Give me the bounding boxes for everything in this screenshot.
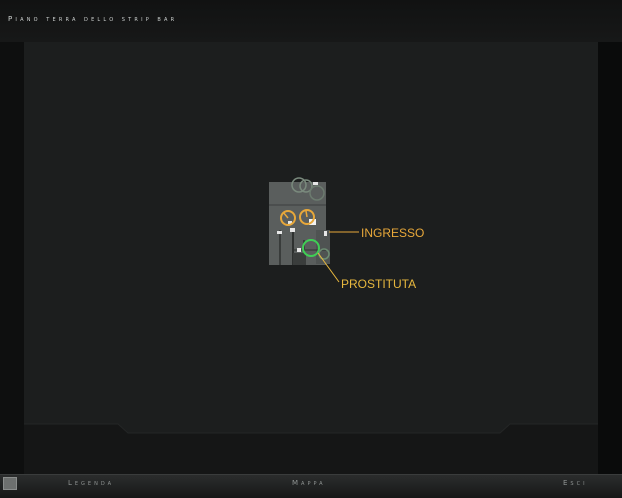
map-canvas (24, 177, 598, 474)
door-mark (313, 182, 318, 185)
dark-room (293, 253, 306, 265)
door-mark (277, 231, 282, 234)
map-button[interactable]: Mappa (292, 479, 326, 487)
door-mark (290, 228, 295, 232)
building-floorplan (269, 182, 330, 265)
legend-button[interactable]: Legenda (68, 479, 114, 487)
objective-pointer (305, 210, 308, 218)
door-mark (324, 231, 327, 236)
map-bottom-bevel (24, 424, 598, 474)
ingresso-label: INGRESSO (361, 226, 425, 240)
exit-button[interactable]: Esci (563, 479, 588, 487)
bottom-left-square-button[interactable] (3, 477, 17, 490)
door-mark (297, 248, 301, 252)
prostituta-label: PROSTITUTA (341, 277, 417, 291)
